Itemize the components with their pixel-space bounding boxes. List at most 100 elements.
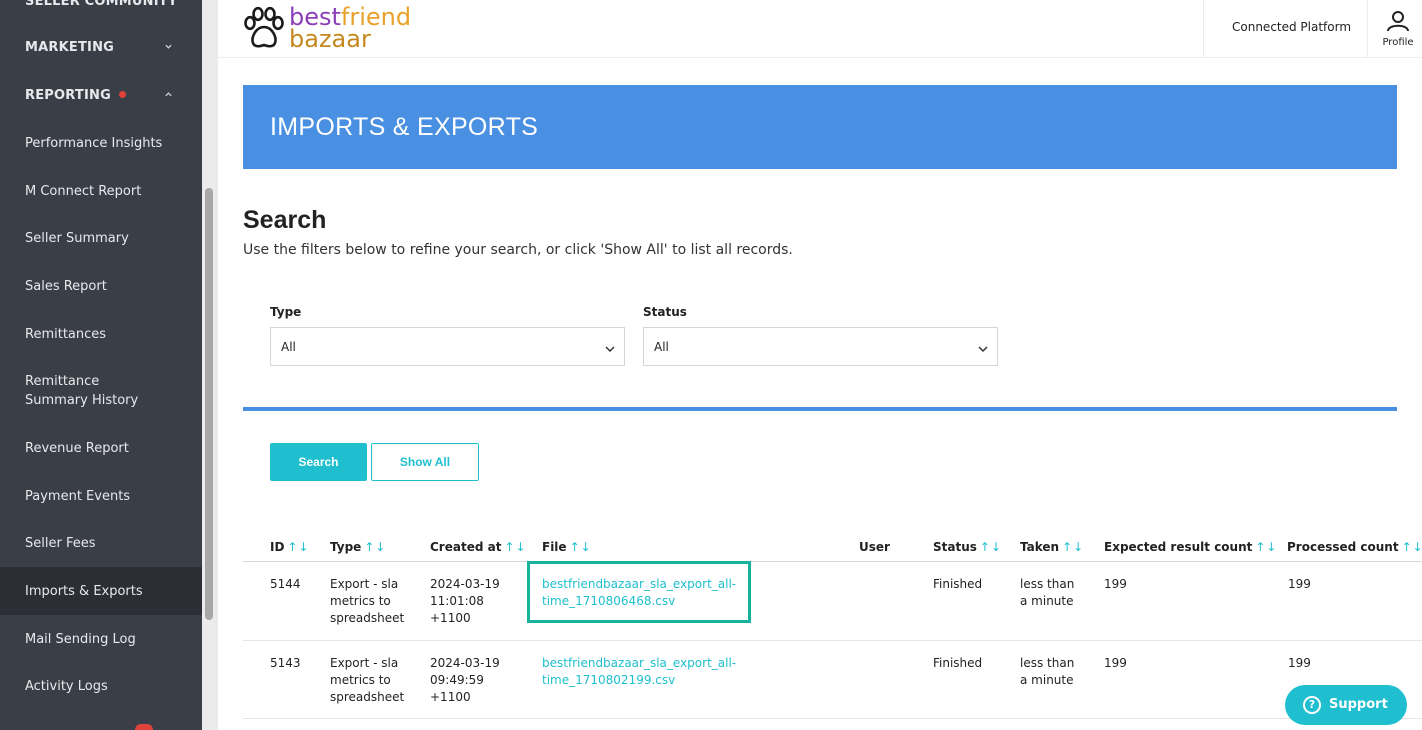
header-separator xyxy=(1367,0,1368,58)
chevron-down-icon xyxy=(604,340,616,359)
column-header-created-at[interactable]: Created at ↑↓ xyxy=(430,540,527,554)
profile-button[interactable]: Profile xyxy=(1378,10,1418,48)
cell-taken: less than a minute xyxy=(1020,655,1074,689)
cell-taken: less than a minute xyxy=(1020,576,1074,610)
row-divider xyxy=(243,718,1422,719)
sidebar-item-label: Payment Events xyxy=(25,489,131,504)
cell-created-at: 2024-03-19 09:49:59 +1100 xyxy=(430,655,500,706)
sidebar-item-label: Remittance Summary History xyxy=(25,374,139,408)
type-select[interactable]: All xyxy=(270,327,625,366)
sidebar-section-label: SELLER COMMUNITY xyxy=(25,0,178,9)
sidebar-item-remittance-summary-history[interactable]: Remittance Summary History xyxy=(0,372,160,410)
sidebar-item-sales-report[interactable]: Sales Report xyxy=(0,277,202,296)
column-header-status[interactable]: Status ↑↓ xyxy=(933,540,1002,554)
sidebar-item-label: Activity Logs xyxy=(25,679,108,694)
cell-line: less than xyxy=(1020,656,1075,670)
sidebar-item-label: Revenue Report xyxy=(25,441,129,456)
user-icon xyxy=(1387,11,1409,32)
column-header-label: Processed count xyxy=(1287,540,1399,554)
cell-line: bestfriendbazaar_sla_export_all- xyxy=(542,656,737,670)
cell-line: +1100 xyxy=(430,690,471,704)
sidebar-section-seller-community[interactable]: SELLER COMMUNITY xyxy=(0,0,202,11)
column-header-processed-count[interactable]: Processed count ↑↓ xyxy=(1287,540,1422,554)
cell-line: less than xyxy=(1020,577,1075,591)
sidebar-section-label: REPORTING xyxy=(25,88,111,103)
cell-line: 09:49:59 xyxy=(430,673,484,687)
column-header-label: Expected result count xyxy=(1104,540,1253,554)
sort-arrows-icon[interactable]: ↑↓ xyxy=(1402,540,1422,554)
column-header-label: Type xyxy=(330,540,362,554)
paw-icon xyxy=(244,6,284,48)
sidebar-item-remittances[interactable]: Remittances xyxy=(0,325,202,344)
search-button[interactable]: Search xyxy=(270,443,367,481)
connected-platform-link[interactable]: Connected Platform xyxy=(1232,20,1351,34)
cell-id: 5143 xyxy=(270,656,301,670)
cell-id: 5144 xyxy=(270,577,301,591)
sidebar-item-seller-summary[interactable]: Seller Summary xyxy=(0,229,202,248)
cell-line: time_1710802199.csv xyxy=(542,673,676,687)
column-header-file[interactable]: File ↑↓ xyxy=(542,540,592,554)
sidebar-item-revenue-report[interactable]: Revenue Report xyxy=(0,439,202,458)
sidebar-item-mail-sending-log[interactable]: Mail Sending Log xyxy=(0,630,202,649)
sidebar-scrollbar-thumb[interactable] xyxy=(205,188,213,620)
cell-line: a minute xyxy=(1020,673,1074,687)
search-description: Use the filters below to refine your sea… xyxy=(243,242,793,258)
cell-line: Export - sla xyxy=(330,656,399,670)
cell-line: Export - sla xyxy=(330,577,399,591)
sidebar-item-label: M Connect Report xyxy=(25,184,142,199)
page-banner: IMPORTS & EXPORTS xyxy=(243,85,1397,169)
sort-arrows-icon[interactable]: ↑↓ xyxy=(504,540,526,554)
column-header-label: Created at xyxy=(430,540,502,554)
chevron-down-icon xyxy=(977,340,989,359)
type-filter-label: Type xyxy=(270,305,302,319)
highlight-box xyxy=(527,561,751,623)
header-separator xyxy=(1203,0,1204,58)
sidebar-item-imports-exports[interactable]: Imports & Exports xyxy=(0,567,202,615)
type-select-value: All xyxy=(281,340,296,354)
brand-logo[interactable]: bestfriend bazaar xyxy=(242,4,422,53)
support-button[interactable]: ? Support xyxy=(1285,685,1407,725)
file-download-link[interactable]: bestfriendbazaar_sla_export_all- time_17… xyxy=(542,655,736,689)
column-header-type[interactable]: Type ↑↓ xyxy=(330,540,386,554)
column-header-label: Taken xyxy=(1020,540,1060,554)
cell-expected-count: 199 xyxy=(1104,656,1127,670)
cell-type: Export - sla metrics to spreadsheet xyxy=(330,655,404,706)
sidebar-section-reporting[interactable]: REPORTING xyxy=(0,86,202,105)
sort-arrows-icon[interactable]: ↑↓ xyxy=(1062,540,1084,554)
show-all-button[interactable]: Show All xyxy=(371,443,479,481)
column-header-user: User xyxy=(859,540,890,554)
sidebar-section-label: MARKETING xyxy=(25,40,115,55)
sort-arrows-icon[interactable]: ↑↓ xyxy=(570,540,592,554)
column-header-taken[interactable]: Taken ↑↓ xyxy=(1020,540,1084,554)
column-header-label: User xyxy=(859,540,890,554)
cell-line: 2024-03-19 xyxy=(430,577,500,591)
sidebar-item-activity-logs[interactable]: Activity Logs xyxy=(0,677,202,696)
sort-arrows-icon[interactable]: ↑↓ xyxy=(1255,540,1277,554)
table-header-divider xyxy=(243,561,1422,562)
sidebar-item-label: Seller Summary xyxy=(25,231,129,246)
notification-dot xyxy=(118,91,126,98)
cell-created-at: 2024-03-19 11:01:08 +1100 xyxy=(430,576,500,627)
logo-line-2: bazaar xyxy=(289,25,371,53)
section-divider xyxy=(243,407,1397,411)
sidebar-item-label: Mail Sending Log xyxy=(25,632,136,647)
sidebar-item-payment-events[interactable]: Payment Events xyxy=(0,487,202,506)
search-heading: Search xyxy=(243,206,327,234)
sort-arrows-icon[interactable]: ↑↓ xyxy=(287,540,309,554)
sidebar-item-label: Performance Insights xyxy=(25,136,163,151)
sort-arrows-icon[interactable]: ↑↓ xyxy=(980,540,1002,554)
sidebar-item-seller-fees[interactable]: Seller Fees xyxy=(0,534,202,553)
cell-line: 2024-03-19 xyxy=(430,656,500,670)
sidebar-item-m-connect-report[interactable]: M Connect Report xyxy=(0,182,202,201)
sidebar-item-label: Remittances xyxy=(25,327,107,342)
cell-status: Finished xyxy=(933,577,983,591)
column-header-expected-result-count[interactable]: Expected result count ↑↓ xyxy=(1104,540,1277,554)
sidebar-item-performance-insights[interactable]: Performance Insights xyxy=(0,134,202,153)
page-title: IMPORTS & EXPORTS xyxy=(270,113,539,141)
column-header-id[interactable]: ID ↑↓ xyxy=(270,540,310,554)
status-select[interactable]: All xyxy=(643,327,998,366)
column-header-label: ID xyxy=(270,540,285,554)
cell-line: 11:01:08 xyxy=(430,594,484,608)
sort-arrows-icon[interactable]: ↑↓ xyxy=(364,540,386,554)
sidebar-section-marketing[interactable]: MARKETING xyxy=(0,38,202,57)
